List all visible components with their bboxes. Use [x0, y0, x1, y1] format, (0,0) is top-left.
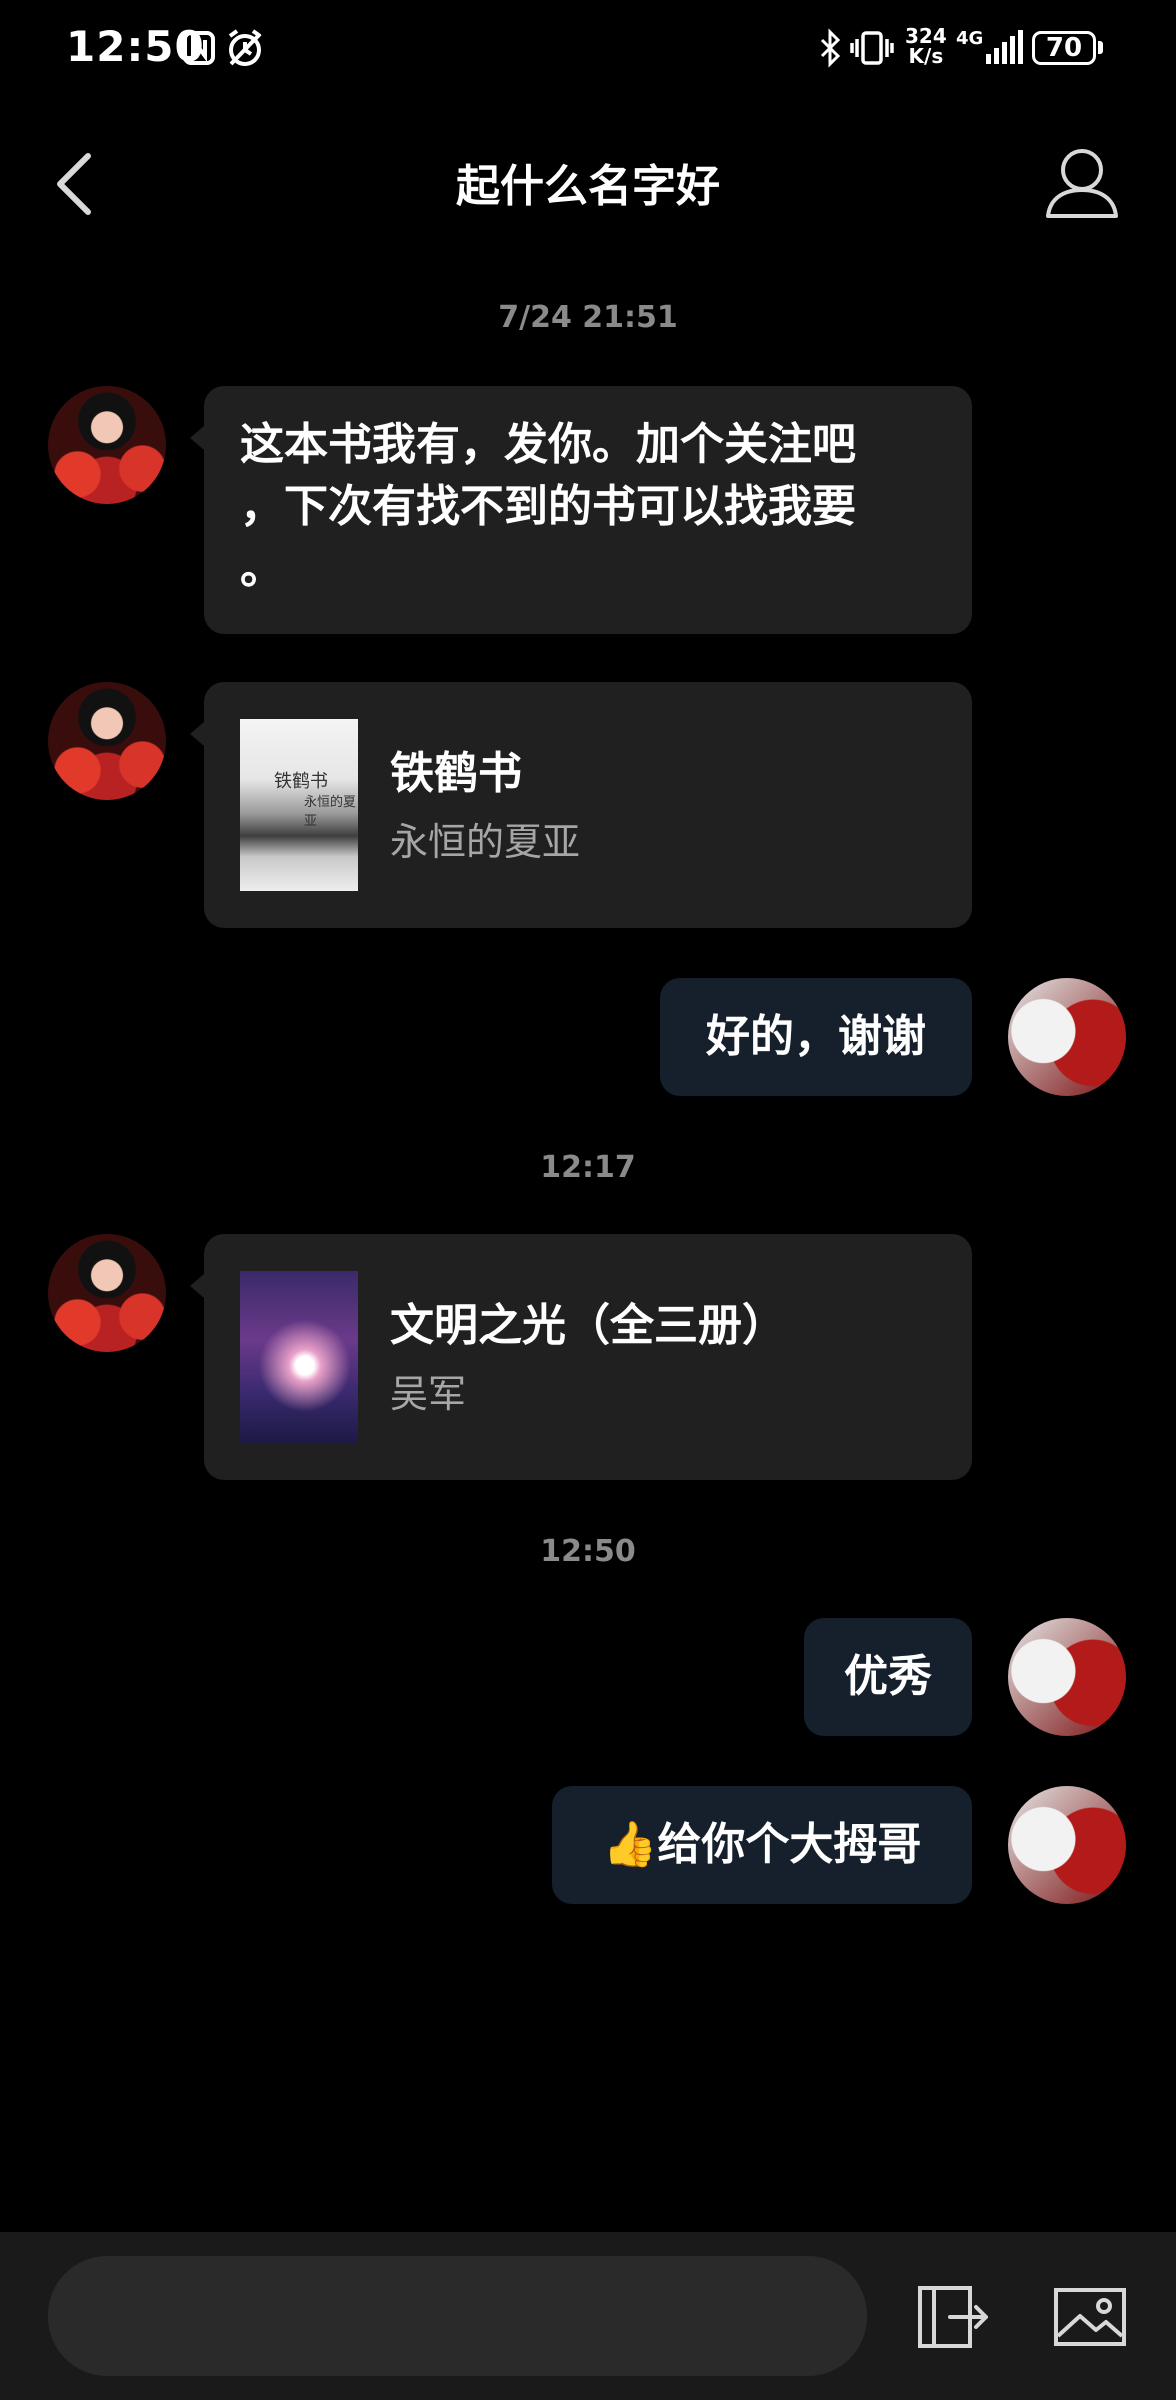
status-bar: 12:50 324 K/s 4G 70 — [0, 0, 1176, 100]
book-cover — [240, 1271, 358, 1443]
message-input[interactable] — [48, 2256, 867, 2376]
network-type: 4G — [956, 28, 984, 49]
alarm-icon — [228, 29, 262, 66]
timestamp: 12:50 — [540, 1534, 636, 1569]
battery-tip — [1098, 41, 1103, 54]
book-card[interactable]: 铁鹤书 永恒的夏亚 铁鹤书 永恒的夏亚 — [190, 682, 972, 928]
nfc-icon — [183, 31, 215, 65]
book-info: 文明之光（全三册） 吴军 — [390, 1296, 786, 1418]
avatar[interactable] — [1008, 1786, 1126, 1904]
chat-title: 起什么名字好 — [456, 161, 720, 212]
book-card[interactable]: 文明之光（全三册） 吴军 — [190, 1234, 972, 1480]
profile-button[interactable] — [1042, 146, 1122, 222]
message-text: 优秀 — [844, 1651, 932, 1702]
avatar[interactable] — [1008, 978, 1126, 1096]
message-bubble[interactable]: 👍给你个大拇哥 — [552, 1786, 972, 1904]
book-cover: 铁鹤书 永恒的夏亚 — [240, 719, 358, 891]
book-title: 铁鹤书 — [390, 748, 522, 799]
bluetooth-icon — [820, 28, 841, 68]
avatar[interactable] — [48, 386, 166, 504]
battery-indicator: 70 — [1032, 31, 1096, 65]
book-author: 吴军 — [390, 1372, 467, 1416]
thumbs-up-emoji: 👍 — [602, 1819, 658, 1870]
book-title: 文明之光（全三册） — [390, 1300, 786, 1351]
message-bubble[interactable]: 这本书我有，发你。加个关注吧 ，下次有找不到的书可以找我要 。 — [190, 386, 972, 634]
message-text: 这本书我有，发你。加个关注吧 ，下次有找不到的书可以找我要 。 — [240, 419, 856, 594]
avatar[interactable] — [48, 1234, 166, 1352]
image-button[interactable] — [1052, 2284, 1128, 2350]
avatar[interactable] — [48, 682, 166, 800]
network-speed: 324 K/s — [905, 24, 947, 68]
signal-icon — [986, 30, 1023, 64]
avatar[interactable] — [1008, 1618, 1126, 1736]
book-author: 永恒的夏亚 — [390, 820, 581, 864]
book-info: 铁鹤书 永恒的夏亚 — [390, 744, 580, 866]
user-icon — [1046, 149, 1118, 218]
message-bubble[interactable]: 好的，谢谢 — [660, 978, 972, 1096]
vibrate-icon — [850, 31, 894, 65]
share-button[interactable] — [912, 2282, 992, 2352]
message-bubble[interactable]: 优秀 — [804, 1618, 972, 1736]
timestamp: 7/24 21:51 — [498, 300, 678, 335]
message-text: 👍给你个大拇哥 — [602, 1819, 922, 1870]
input-bar — [0, 2232, 1176, 2400]
message-text: 好的，谢谢 — [706, 1011, 926, 1062]
timestamp: 12:17 — [540, 1150, 636, 1185]
share-out-icon — [918, 2286, 988, 2348]
image-icon — [1054, 2288, 1126, 2346]
